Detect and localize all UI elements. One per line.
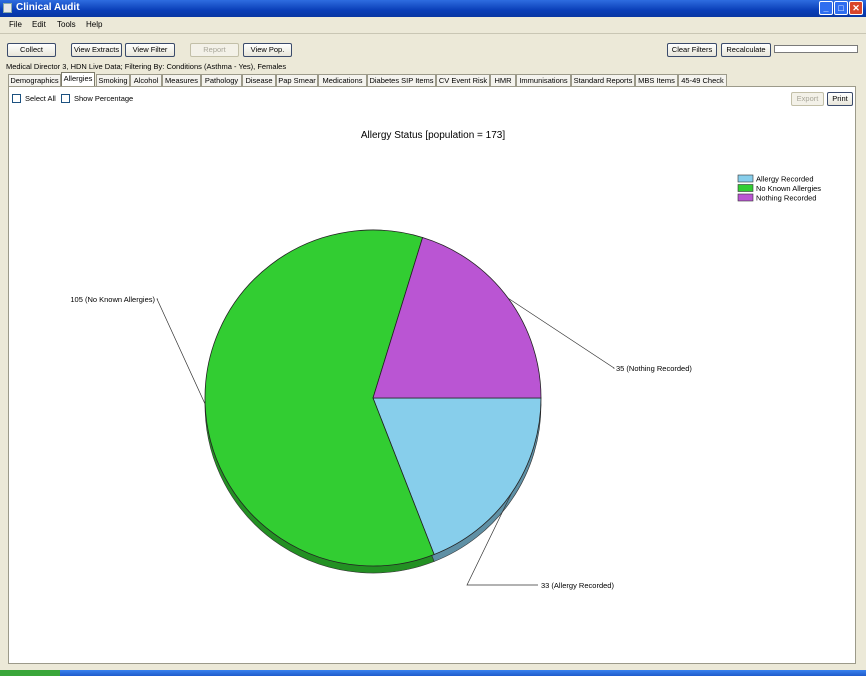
chart-legend: Allergy RecordedNo Known AllergiesNothin… (737, 174, 821, 203)
tab-hmr[interactable]: HMR (490, 74, 516, 86)
allergy-pie-chart: Allergy Status [population = 173] 33 (Al… (70, 130, 821, 590)
data-label-2: 35 (Nothing Recorded) (616, 364, 692, 373)
tab-diabetes-sip-items[interactable]: Diabetes SIP Items (367, 74, 436, 86)
legend-label-0: Allergy Recorded (756, 175, 814, 184)
data-label-0: 33 (Allergy Recorded) (541, 581, 614, 590)
tab-pathology[interactable]: Pathology (201, 74, 242, 86)
tab-measures[interactable]: Measures (162, 74, 201, 86)
recalculate-button[interactable]: Recalculate (721, 43, 771, 57)
filter-description: Medical Director 3, HDN Live Data; Filte… (6, 62, 287, 71)
menu-bar: File Edit Tools Help (0, 17, 866, 34)
tab-smoking[interactable]: Smoking (96, 74, 130, 86)
pie-layer: 33 (Allergy Recorded) 105 (No Known Aller… (70, 229, 692, 590)
report-button[interactable]: Report (190, 43, 239, 57)
progress-bar (774, 45, 858, 53)
data-label-1: 105 (No Known Allergies) (70, 295, 155, 304)
clear-filters-button[interactable]: Clear Filters (667, 43, 717, 57)
menu-file[interactable]: File (9, 20, 22, 29)
tab-45-49-check[interactable]: 45-49 Check (678, 74, 727, 86)
maximize-button[interactable]: □ (834, 1, 848, 15)
legend-label-1: No Known Allergies (756, 184, 821, 193)
taskbar (0, 670, 866, 676)
menu-help[interactable]: Help (86, 20, 102, 29)
start-button[interactable] (0, 670, 60, 676)
view-extracts-button[interactable]: View Extracts (71, 43, 122, 57)
chart-title: Allergy Status [population = 173] (361, 130, 505, 141)
tab-disease[interactable]: Disease (242, 74, 276, 86)
collect-button[interactable]: Collect (7, 43, 56, 57)
legend-swatch-1 (737, 184, 754, 192)
tab-pap-smear[interactable]: Pap Smear (276, 74, 318, 86)
app-icon (3, 3, 12, 13)
chart-panel: Select All Show Percentage Export Print … (8, 86, 856, 664)
view-filter-button[interactable]: View Filter (125, 43, 175, 57)
tab-alcohol[interactable]: Alcohol (130, 74, 162, 86)
tab-cv-event-risk[interactable]: CV Event Risk (436, 74, 490, 86)
tab-allergies[interactable]: Allergies (61, 72, 95, 86)
view-pop-button[interactable]: View Pop. (243, 43, 292, 57)
legend-label-2: Nothing Recorded (756, 194, 816, 203)
leader-line-1 (156, 298, 206, 405)
window-title: Clinical Audit (16, 2, 80, 13)
legend-swatch-0 (737, 174, 754, 183)
tab-standard-reports[interactable]: Standard Reports (571, 74, 635, 86)
window-titlebar: Clinical Audit _ □ ✕ (0, 0, 866, 17)
menu-tools[interactable]: Tools (57, 20, 76, 29)
tab-mbs-items[interactable]: MBS Items (635, 74, 678, 86)
tab-medications[interactable]: Medications (318, 74, 367, 86)
minimize-button[interactable]: _ (819, 1, 833, 15)
legend-swatch-2 (737, 193, 754, 202)
close-button[interactable]: ✕ (849, 1, 863, 15)
menu-edit[interactable]: Edit (32, 20, 46, 29)
tab-immunisations[interactable]: Immunisations (516, 74, 571, 86)
tab-demographics[interactable]: Demographics (8, 74, 61, 86)
